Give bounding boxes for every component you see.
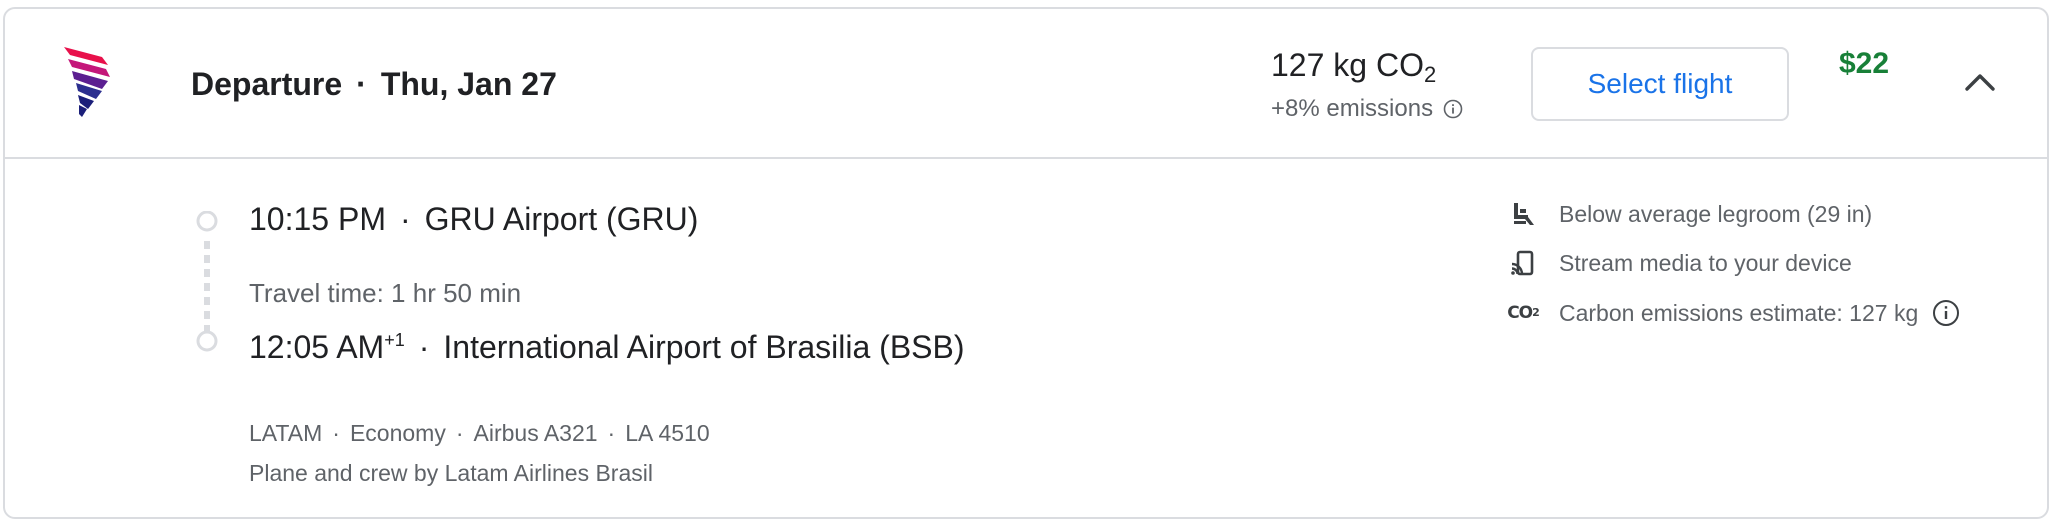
legroom-seat-icon [1507,198,1539,230]
departure-title: Departure · Thu, Jan 27 [191,66,557,103]
amenity-co2: CO 2 Carbon emissions estimate: 127 kg [1507,297,1960,329]
info-icon[interactable] [1443,99,1463,119]
departure-date: Thu, Jan 27 [380,66,557,102]
departure-stop-icon [196,211,218,232]
flight-card: Departure · Thu, Jan 27 127 kg CO2 +8% emi… [3,7,2049,519]
amenity-legroom-label: Below average legroom (29 in) [1559,200,1873,227]
arrival-airport: International Airport of Brasilia (BSB) [443,329,965,365]
info-icon[interactable] [1932,299,1960,327]
aircraft-type: Airbus A321 [473,420,598,446]
amenity-stream: Stream media to your device [1507,247,1852,279]
title-separator: · [356,66,367,102]
cast-stream-icon [1507,247,1539,279]
co2-summary: 127 kg CO2 [1271,47,1437,87]
departure-time: 10:15 PM [249,201,386,237]
amenity-stream-label: Stream media to your device [1559,249,1852,276]
operator-note: Plane and crew by Latam Airlines Brasil [249,460,653,486]
cabin-class: Economy [349,420,446,446]
airline-name: LATAM [249,420,323,446]
chevron-up-icon[interactable] [1963,69,1997,95]
latam-logo-icon [64,47,110,117]
amenity-legroom: Below average legroom (29 in) [1507,198,1872,230]
flight-summary-header[interactable]: Departure · Thu, Jan 27 127 kg CO2 +8% emi… [5,9,2047,159]
arrival-separator: · [418,329,430,365]
select-flight-button[interactable]: Select flight [1531,47,1789,121]
arrival-stop-icon [196,330,218,352]
co2-icon: CO 2 [1507,303,1540,323]
arrival-day-offset: +1 [384,330,405,350]
flight-number: LA 4510 [625,420,710,446]
co2-value: 127 kg CO [1271,47,1424,83]
flight-price: $22 [1839,47,1890,80]
departure-separator: · [399,201,411,237]
arrival-row: 12:05 AM+1 · International Airport of Bras… [249,329,965,366]
co2-subscript: 2 [1423,62,1437,87]
details-separator: · [332,420,340,446]
emissions-delta: +8% emissions [1271,95,1463,123]
departure-row: 10:15 PM · GRU Airport (GRU) [249,201,698,238]
departure-airport: GRU Airport (GRU) [424,201,699,237]
arrival-time: 12:05 AM [249,329,385,365]
emissions-delta-text: +8% emissions [1271,95,1434,122]
itinerary-timeline [196,211,218,352]
direction-label: Departure [191,66,343,102]
details-separator: · [607,420,616,446]
travel-time: Travel time: 1 hr 50 min [249,278,522,308]
flight-details: LATAM · Economy · Airbus A321 · LA 4510 [249,420,710,447]
amenity-co2-label: Carbon emissions estimate: 127 kg [1559,299,1919,326]
details-separator: · [455,420,464,446]
